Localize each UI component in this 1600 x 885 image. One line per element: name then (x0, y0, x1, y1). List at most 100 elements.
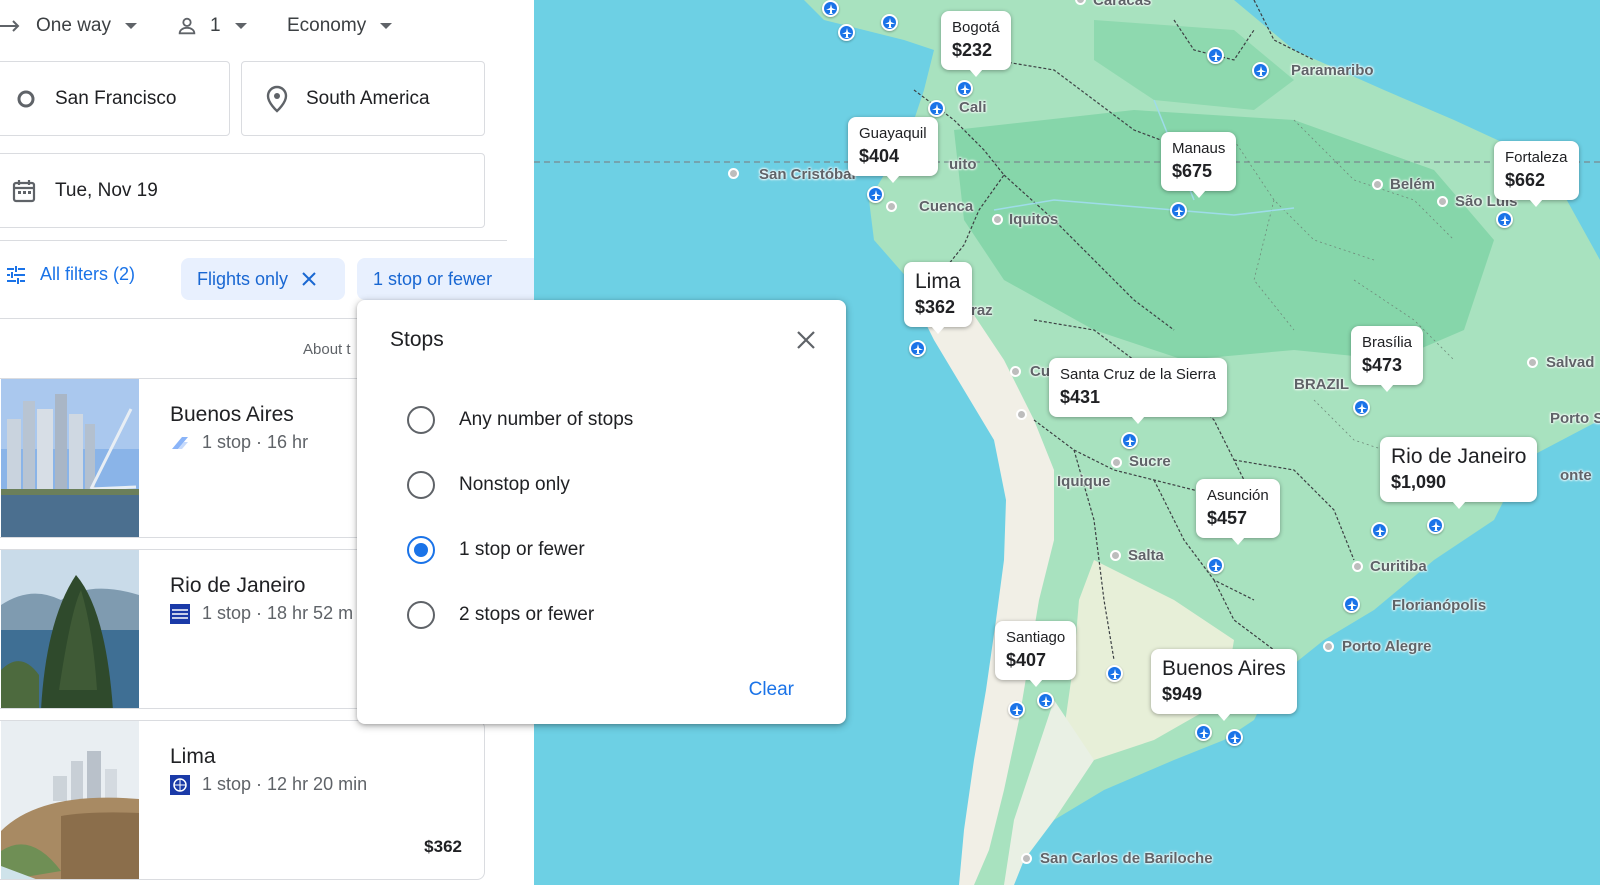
chevron-down-icon (124, 23, 137, 29)
place-label: Caracas (1093, 0, 1152, 9)
stops-option-two-or-fewer[interactable]: 2 stops or fewer (407, 601, 594, 629)
passengers-value: 1 (210, 15, 221, 36)
city-dot (1010, 366, 1021, 377)
pin-price: $675 (1172, 161, 1213, 181)
flight-meta: 1 stop · 12 hr 20 min (170, 774, 367, 795)
origin-value: San Francisco (55, 87, 177, 109)
destination-field[interactable]: South America (241, 61, 485, 136)
pin-city: Santa Cruz de la Sierra (1060, 366, 1216, 383)
airport-marker[interactable] (928, 100, 945, 117)
destination-photo (1, 550, 139, 708)
all-filters-button[interactable]: All filters (2) (6, 264, 135, 285)
price-pin-brasilia[interactable]: Brasília $473 (1351, 326, 1424, 392)
stops-filter-chip[interactable]: 1 stop or fewer (357, 258, 534, 300)
origin-field[interactable]: San Francisco (0, 61, 230, 136)
close-icon (797, 331, 815, 349)
flight-details: 1 stop · 16 hr (202, 432, 309, 452)
divider (0, 240, 507, 241)
destination-card[interactable]: Lima 1 stop · 12 hr 20 min $362 (0, 720, 485, 880)
price-pin-asuncion[interactable]: Asunción $457 (1196, 479, 1280, 545)
close-icon[interactable] (302, 272, 316, 286)
trip-type-value: One way (36, 15, 111, 36)
plane-icon (1430, 520, 1441, 531)
plane-icon (825, 3, 836, 14)
place-label: Belém (1390, 176, 1436, 193)
airport-marker[interactable] (1121, 432, 1138, 449)
trip-type-select[interactable]: One way (0, 10, 137, 42)
airport-marker[interactable] (1371, 522, 1388, 539)
departure-date-field[interactable]: Tue, Nov 19 (0, 153, 485, 228)
airport-marker[interactable] (838, 24, 855, 41)
flight-price: $362 (424, 837, 462, 856)
pin-city: Lima (915, 270, 961, 293)
airport-marker[interactable] (881, 14, 898, 31)
plane-icon (884, 17, 895, 28)
airport-marker[interactable] (1008, 701, 1025, 718)
stops-option-any[interactable]: Any number of stops (407, 406, 633, 434)
price-pin-santiago[interactable]: Santiago $407 (995, 621, 1077, 687)
airport-marker[interactable] (1496, 211, 1513, 228)
place-label: onte (1560, 467, 1592, 484)
price-pin-lima[interactable]: Lima $362 (904, 262, 972, 334)
stops-filter-dialog: Stops Any number of stops Nonstop only 1… (357, 300, 846, 724)
person-icon (176, 15, 198, 37)
flights-only-chip[interactable]: Flights only (181, 258, 345, 300)
radio-button[interactable] (407, 536, 435, 564)
airport-marker[interactable] (956, 80, 973, 97)
airport-marker[interactable] (1195, 724, 1212, 741)
flight-meta: 1 stop · 16 hr (170, 432, 308, 453)
destination-city: Buenos Aires (170, 403, 294, 426)
pin-city: Fortaleza (1505, 149, 1568, 166)
plane-icon (1499, 214, 1510, 225)
airport-marker[interactable] (1427, 517, 1444, 534)
tune-sliders-icon (6, 265, 26, 285)
price-pin-santa-cruz[interactable]: Santa Cruz de la Sierra $431 (1049, 358, 1227, 424)
stops-option-nonstop[interactable]: Nonstop only (407, 471, 570, 499)
plane-icon (912, 343, 923, 354)
airport-marker[interactable] (1226, 729, 1243, 746)
pin-city: Manaus (1172, 140, 1226, 157)
airport-marker[interactable] (909, 340, 926, 357)
radio-button[interactable] (407, 406, 435, 434)
airport-marker[interactable] (1207, 47, 1224, 64)
airport-marker[interactable] (1106, 665, 1123, 682)
price-pin-rio-de-janeiro[interactable]: Rio de Janeiro $1,090 (1380, 437, 1538, 509)
plane-icon (931, 103, 942, 114)
airport-marker[interactable] (867, 186, 884, 203)
pin-price: $362 (915, 297, 956, 317)
passengers-select[interactable]: 1 (176, 10, 247, 42)
pin-price: $662 (1505, 170, 1546, 190)
clear-button[interactable]: Clear (749, 679, 794, 701)
price-pin-guayaquil[interactable]: Guayaquil $404 (848, 117, 938, 183)
plane-icon (1346, 599, 1357, 610)
airport-marker[interactable] (1170, 202, 1187, 219)
price-pin-fortaleza[interactable]: Fortaleza $662 (1494, 141, 1579, 207)
city-dot (1352, 561, 1363, 572)
plane-icon (1255, 65, 1266, 76)
city-dot (1110, 550, 1121, 561)
airport-marker[interactable] (1353, 399, 1370, 416)
radio-button[interactable] (407, 601, 435, 629)
airline-logo-icon (170, 433, 190, 453)
airport-marker[interactable] (1037, 692, 1054, 709)
price-pin-manaus[interactable]: Manaus $675 (1161, 132, 1237, 198)
close-button[interactable] (791, 325, 821, 355)
airport-marker[interactable] (822, 0, 839, 17)
cabin-class-select[interactable]: Economy (287, 10, 393, 42)
place-label: Porto Se (1550, 410, 1600, 427)
radio-button[interactable] (407, 471, 435, 499)
plane-icon (1210, 50, 1221, 61)
airport-marker[interactable] (1207, 557, 1224, 574)
option-label: Nonstop only (459, 474, 570, 495)
pin-city: Brasília (1362, 334, 1413, 351)
price-pin-buenos-aires[interactable]: Buenos Aires $949 (1151, 649, 1297, 721)
airport-marker[interactable] (1343, 596, 1360, 613)
plane-icon (1356, 402, 1367, 413)
plane-icon (959, 83, 970, 94)
place-label: Cu (1030, 363, 1050, 380)
airport-marker[interactable] (1252, 62, 1269, 79)
place-label: San Cristóbal (759, 166, 856, 183)
price-pin-bogota[interactable]: Bogotá $232 (941, 11, 1011, 77)
pin-price: $407 (1006, 650, 1047, 670)
stops-option-one-or-fewer[interactable]: 1 stop or fewer (407, 536, 585, 564)
